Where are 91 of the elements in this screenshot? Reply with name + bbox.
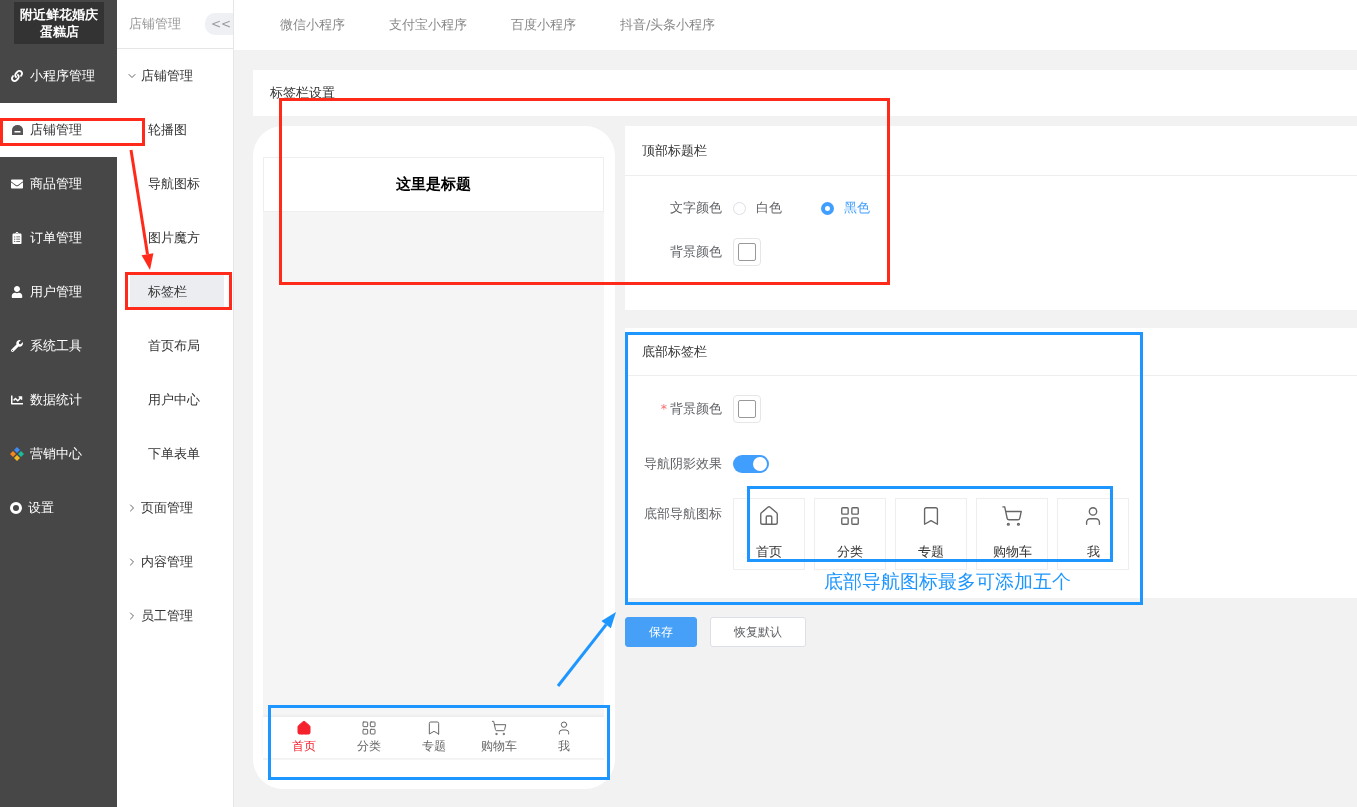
home-icon — [758, 505, 780, 527]
field-label: 背景颜色 — [669, 243, 722, 261]
cart-icon — [490, 720, 507, 736]
nav-icon-tile[interactable]: 分类 — [814, 498, 886, 570]
cart-icon — [1001, 505, 1023, 527]
sidebar-item[interactable]: 数据统计 — [0, 373, 117, 427]
store-icon — [10, 123, 24, 137]
sidebar-item[interactable]: 系统工具 — [0, 319, 117, 373]
sidebar-item-label: 店铺管理 — [30, 121, 82, 139]
submenu-group[interactable]: 店铺管理 — [117, 49, 233, 103]
phone-tab-label: 专题 — [421, 738, 446, 755]
field-label: 导航阴影效果 — [643, 455, 722, 473]
toggle-switch[interactable] — [733, 455, 769, 473]
nav-icon-tile[interactable]: 我 — [1057, 498, 1129, 570]
sidebar-item[interactable]: 订单管理 — [0, 211, 117, 265]
platform-tab[interactable]: 百度小程序 — [511, 16, 576, 34]
field-label: 底部导航图标 — [643, 505, 722, 523]
sidebar-item[interactable]: 营销中心 — [0, 427, 117, 481]
submenu-item[interactable]: 用户中心 — [130, 383, 224, 417]
nav-icon-label: 购物车 — [992, 544, 1032, 561]
submenu-group-label: 页面管理 — [141, 499, 193, 517]
submenu-title: 店铺管理 — [129, 15, 181, 33]
envelope-icon — [10, 177, 24, 191]
submenu-group[interactable]: 内容管理 — [117, 535, 233, 589]
required-mark: * — [660, 400, 667, 416]
sidebar-item-label: 用户管理 — [30, 283, 82, 301]
phone-tab-label: 购物车 — [480, 738, 517, 755]
clipboard-icon — [10, 231, 24, 245]
sidebar-item-label: 系统工具 — [30, 337, 82, 355]
line-chart-icon — [10, 393, 24, 407]
nav-icon-label: 我 — [1086, 544, 1100, 561]
submenu-item[interactable]: 下单表单 — [130, 437, 224, 471]
nav-icon-label: 首页 — [756, 544, 782, 561]
phone-title: 这里是标题 — [263, 157, 604, 212]
sidebar-item-label: 营销中心 — [30, 445, 82, 463]
wrench-icon — [10, 339, 24, 353]
home-icon — [295, 720, 312, 736]
nav-icon-tile[interactable]: 专题 — [895, 498, 967, 570]
submenu-group-label: 内容管理 — [141, 553, 193, 571]
color-picker[interactable] — [733, 238, 761, 266]
sidebar-item[interactable]: 用户管理 — [0, 265, 117, 319]
phone-tab-label: 我 — [557, 738, 570, 755]
link-icon — [10, 69, 24, 83]
settings-title: 标签栏设置 — [270, 85, 335, 100]
radio-label: 黑色 — [844, 199, 870, 217]
submenu-group[interactable]: 页面管理 — [117, 481, 233, 535]
submenu-group-label: 店铺管理 — [141, 67, 193, 85]
submenu-item[interactable]: 首页布局 — [130, 329, 224, 363]
nav-icon-tile[interactable]: 购物车 — [976, 498, 1048, 570]
sidebar-item[interactable]: 商品管理 — [0, 157, 117, 211]
phone-tab[interactable]: 购物车 — [468, 717, 529, 758]
phone-tab[interactable]: 分类 — [338, 717, 399, 758]
radio-label: 白色 — [756, 199, 782, 217]
submenu-group-label: 员工管理 — [141, 607, 193, 625]
sidebar-item-label: 小程序管理 — [30, 67, 95, 85]
nav-icon-tile[interactable]: 首页 — [733, 498, 805, 570]
phone-tab-label: 分类 — [356, 738, 381, 755]
grid-icon — [839, 505, 861, 527]
section-title: 底部标签栏 — [642, 342, 707, 361]
sidebar-item-label: 数据统计 — [30, 391, 82, 409]
store-logo: 附近鲜花婚庆蛋糕店 — [14, 2, 104, 44]
grid-icon — [360, 720, 377, 736]
reset-button[interactable]: 恢复默认 — [710, 617, 806, 647]
submenu-item[interactable]: 轮播图 — [130, 113, 224, 147]
sidebar-item[interactable]: 小程序管理 — [0, 49, 117, 103]
submenu-item[interactable]: 图片魔方 — [130, 221, 224, 255]
field-label: * 背景颜色 — [659, 400, 722, 418]
color-picker[interactable] — [733, 395, 761, 423]
platform-tab[interactable]: 抖音/头条小程序 — [620, 16, 716, 34]
section-title: 顶部标题栏 — [642, 141, 707, 160]
phone-tab[interactable]: 我 — [533, 717, 594, 758]
platform-tab[interactable]: 微信小程序 — [280, 16, 345, 34]
user-icon — [10, 285, 24, 299]
phone-tab[interactable]: 首页 — [273, 717, 334, 758]
sidebar-item[interactable]: 设置 — [0, 481, 117, 535]
radio-button[interactable] — [821, 201, 834, 215]
submenu-item[interactable]: 导航图标 — [130, 167, 224, 201]
annotation-note: 底部导航图标最多可添加五个 — [824, 569, 1071, 594]
phone-tab[interactable]: 专题 — [403, 717, 464, 758]
sidebar-item-label: 订单管理 — [30, 229, 82, 247]
platform-tab[interactable]: 支付宝小程序 — [389, 16, 467, 34]
field-label: 文字颜色 — [669, 199, 722, 217]
submenu-item[interactable]: 标签栏 — [130, 275, 224, 309]
sidebar-item-label: 设置 — [28, 499, 54, 517]
sidebar-item-label: 商品管理 — [30, 175, 82, 193]
colorful-diamonds-icon — [10, 447, 24, 461]
phone-tab-label: 首页 — [291, 738, 316, 755]
nav-icon-label: 分类 — [837, 544, 863, 561]
settings-icon — [10, 502, 22, 514]
nav-icon-label: 专题 — [918, 544, 944, 561]
submenu-group[interactable]: 员工管理 — [117, 589, 233, 643]
